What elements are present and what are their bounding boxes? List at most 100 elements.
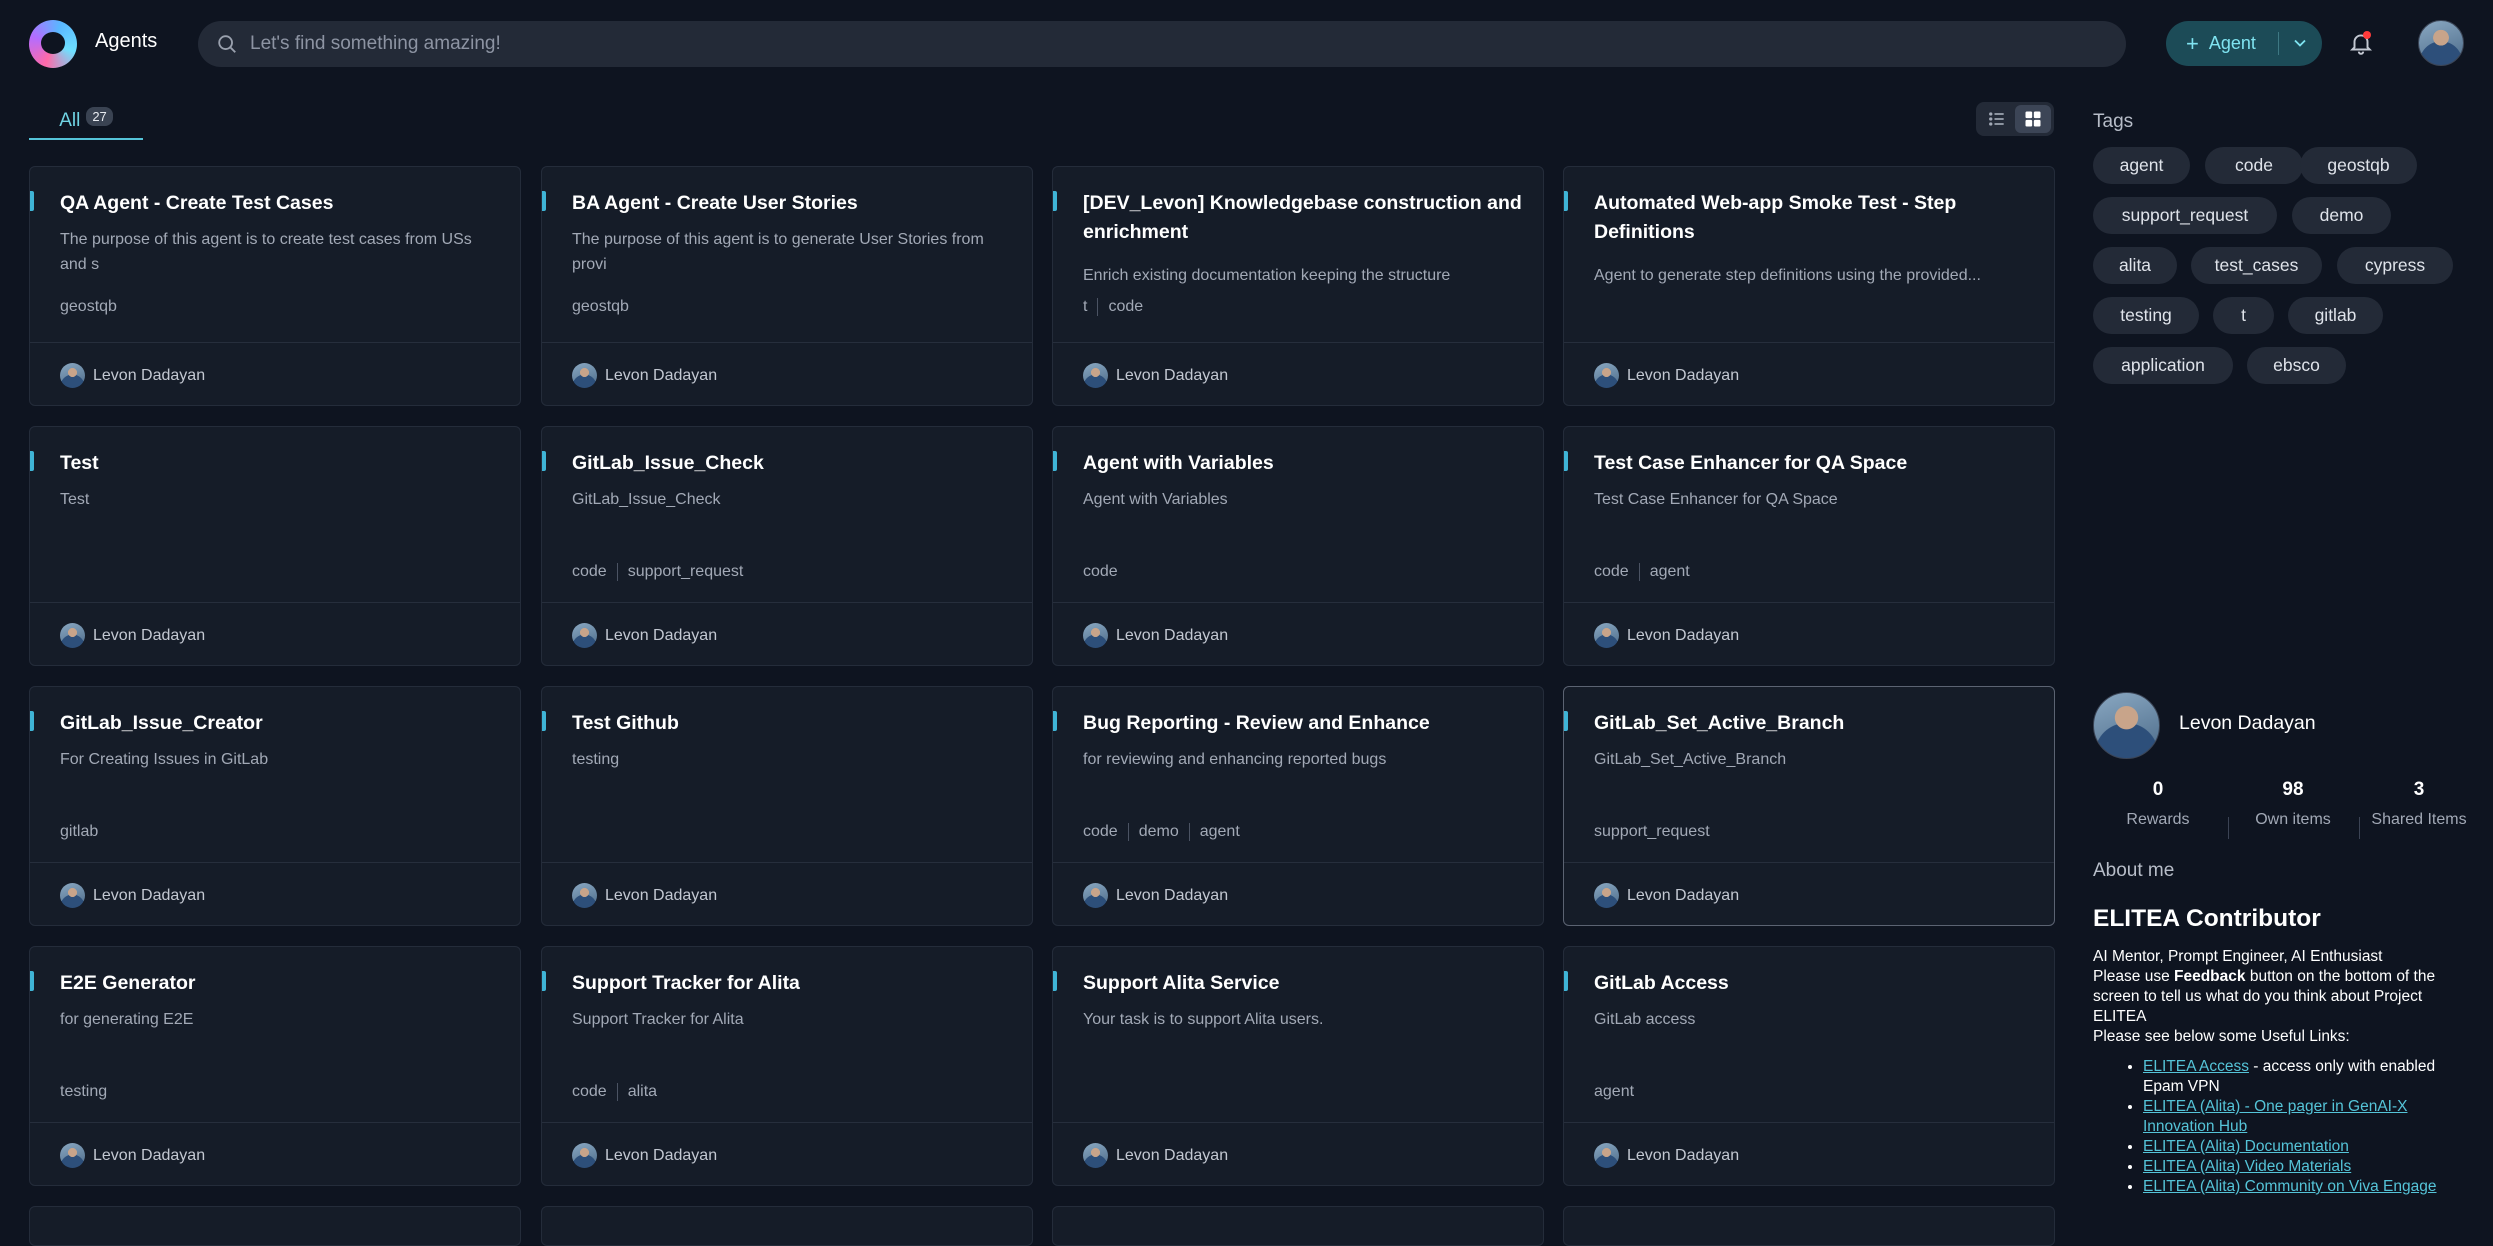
card-tag[interactable]: geostqb [572,298,629,316]
card-tag[interactable]: code [1083,823,1118,841]
card-tag[interactable]: support_request [1594,823,1710,841]
agent-card[interactable]: Support Tracker for Alita Support Tracker… [541,946,1033,1186]
agent-card[interactable]: Agent with Variables Agent with Variables… [1052,426,1544,666]
agent-card[interactable]: Support Alita Service Your task is to sup… [1052,946,1544,1186]
stat-rewards: 0 Rewards [2093,779,2223,829]
stat-label: Own items [2255,811,2331,828]
card-author[interactable]: Levon Dadayan [60,1143,205,1168]
elitea-logo-icon[interactable] [29,20,77,68]
card-author[interactable]: Levon Dadayan [1083,1143,1228,1168]
agent-card[interactable]: GitLab_Set_Active_Branch GitLab_Set_Activ… [1563,686,2055,926]
tag-chip[interactable]: alita [2093,247,2177,284]
agent-card[interactable]: BA Agent - Create User Stories The purpos… [541,166,1033,406]
agent-card[interactable]: Test Test Levon Dadayan [29,426,521,666]
tag-chip[interactable]: testing [2093,297,2199,334]
author-name: Levon Dadayan [1116,626,1229,644]
card-author[interactable]: Levon Dadayan [1594,1143,1739,1168]
search-input[interactable] [250,33,2050,55]
agent-card[interactable]: Bug Reporting - Review and Enhance for re… [1052,686,1544,926]
grid-view-button[interactable] [2015,105,2051,133]
agent-card[interactable]: Test Github testing Levon Dadayan [541,686,1033,926]
add-agent-button[interactable]: + Agent [2166,21,2322,66]
card-tag[interactable]: code [572,563,607,581]
tag-chip[interactable]: gitlab [2288,297,2383,334]
tab-all-count-badge: 27 [86,107,113,126]
card-author[interactable]: Levon Dadayan [60,363,205,388]
card-author[interactable]: Levon Dadayan [1083,883,1228,908]
card-author[interactable]: Levon Dadayan [572,1143,717,1168]
card-tags: code agent [1594,563,1690,581]
useful-link[interactable]: ELITEA Access [2143,1058,2249,1075]
author-name: Levon Dadayan [93,1146,206,1164]
card-tag[interactable]: gitlab [60,823,98,841]
card-author[interactable]: Levon Dadayan [60,623,205,648]
chevron-down-icon[interactable] [2290,33,2310,53]
tag-chip[interactable]: code [2205,147,2303,184]
tab-all[interactable]: All 27 [29,106,143,140]
useful-link[interactable]: ELITEA (Alita) Community on Viva Engage [2143,1178,2437,1195]
page-title: Agents [95,30,158,52]
agent-card[interactable]: [DEV_Levon] Knowledgebase construction a… [1052,166,1544,406]
card-divider [1053,602,1543,603]
card-author[interactable]: Levon Dadayan [60,883,205,908]
search-bar[interactable] [198,21,2126,67]
tag-chip[interactable]: t [2213,297,2274,334]
card-tag[interactable]: alita [616,1083,657,1101]
agent-card-partial[interactable] [1563,1206,2055,1246]
agent-card[interactable]: GitLab_Issue_Creator For Creating Issues … [29,686,521,926]
card-tags: geostqb [572,298,629,316]
user-avatar[interactable] [2418,20,2464,66]
tag-chip[interactable]: demo [2292,197,2391,234]
card-title: GitLab_Issue_Check [572,452,764,474]
stat-own-items: 98 Own items [2233,779,2353,829]
card-tags: gitlab [60,823,98,841]
agent-card[interactable]: GitLab Access GitLab access agent Levon Dad… [1563,946,2055,1186]
agent-card-partial[interactable] [1052,1206,1544,1246]
card-tag[interactable]: agent [1594,1083,1634,1101]
card-tag[interactable]: support_request [616,563,743,581]
card-tag[interactable]: code [1097,298,1143,316]
useful-link[interactable]: ELITEA (Alita) - One pager in GenAI-X In… [2143,1098,2407,1135]
card-author[interactable]: Levon Dadayan [1083,363,1228,388]
tag-chip[interactable]: support_request [2093,197,2277,234]
card-author[interactable]: Levon Dadayan [572,623,717,648]
author-avatar [60,1143,85,1168]
useful-link[interactable]: ELITEA (Alita) Documentation [2143,1138,2349,1155]
card-author[interactable]: Levon Dadayan [572,363,717,388]
tag-chip[interactable]: cypress [2337,247,2453,284]
tag-chip[interactable]: geostqb [2300,147,2417,184]
card-accent-bar [1053,971,1057,991]
card-tag[interactable]: agent [1188,823,1240,841]
agent-card[interactable]: Automated Web-app Smoke Test - Step Defi… [1563,166,2055,406]
card-author[interactable]: Levon Dadayan [1594,363,1739,388]
list-view-button[interactable] [1979,105,2015,133]
card-tag[interactable]: testing [60,1083,107,1101]
agent-card-partial[interactable] [29,1206,521,1246]
card-author[interactable]: Levon Dadayan [1083,623,1228,648]
card-tag[interactable]: demo [1127,823,1179,841]
agent-card[interactable]: GitLab_Issue_Check GitLab_Issue_Check code… [541,426,1033,666]
card-title: GitLab_Issue_Creator [60,712,263,734]
card-author[interactable]: Levon Dadayan [1594,883,1739,908]
stat-value: 98 [2282,779,2304,800]
card-author[interactable]: Levon Dadayan [1594,623,1739,648]
tag-chip[interactable]: agent [2093,147,2190,184]
tag-chip[interactable]: application [2093,347,2233,384]
agent-card[interactable]: E2E Generator for generating E2E testing Le… [29,946,521,1186]
tag-chip[interactable]: ebsco [2247,347,2346,384]
agent-card[interactable]: QA Agent - Create Test Cases The purpose … [29,166,521,406]
card-author[interactable]: Levon Dadayan [572,883,717,908]
card-tag[interactable]: geostqb [60,298,117,316]
notifications-button[interactable] [2348,30,2374,56]
plus-icon: + [2186,30,2199,56]
agent-card[interactable]: Test Case Enhancer for QA Space Test Case… [1563,426,2055,666]
card-tag[interactable]: code [1594,563,1629,581]
card-tag[interactable]: t [1083,298,1087,316]
useful-link[interactable]: ELITEA (Alita) Video Materials [2143,1158,2351,1175]
header: Agents + Agent [0,0,2493,86]
tag-chip[interactable]: test_cases [2191,247,2322,284]
card-tag[interactable]: agent [1638,563,1690,581]
card-tag[interactable]: code [572,1083,607,1101]
agent-card-partial[interactable] [541,1206,1033,1246]
card-tag[interactable]: code [1083,563,1118,581]
